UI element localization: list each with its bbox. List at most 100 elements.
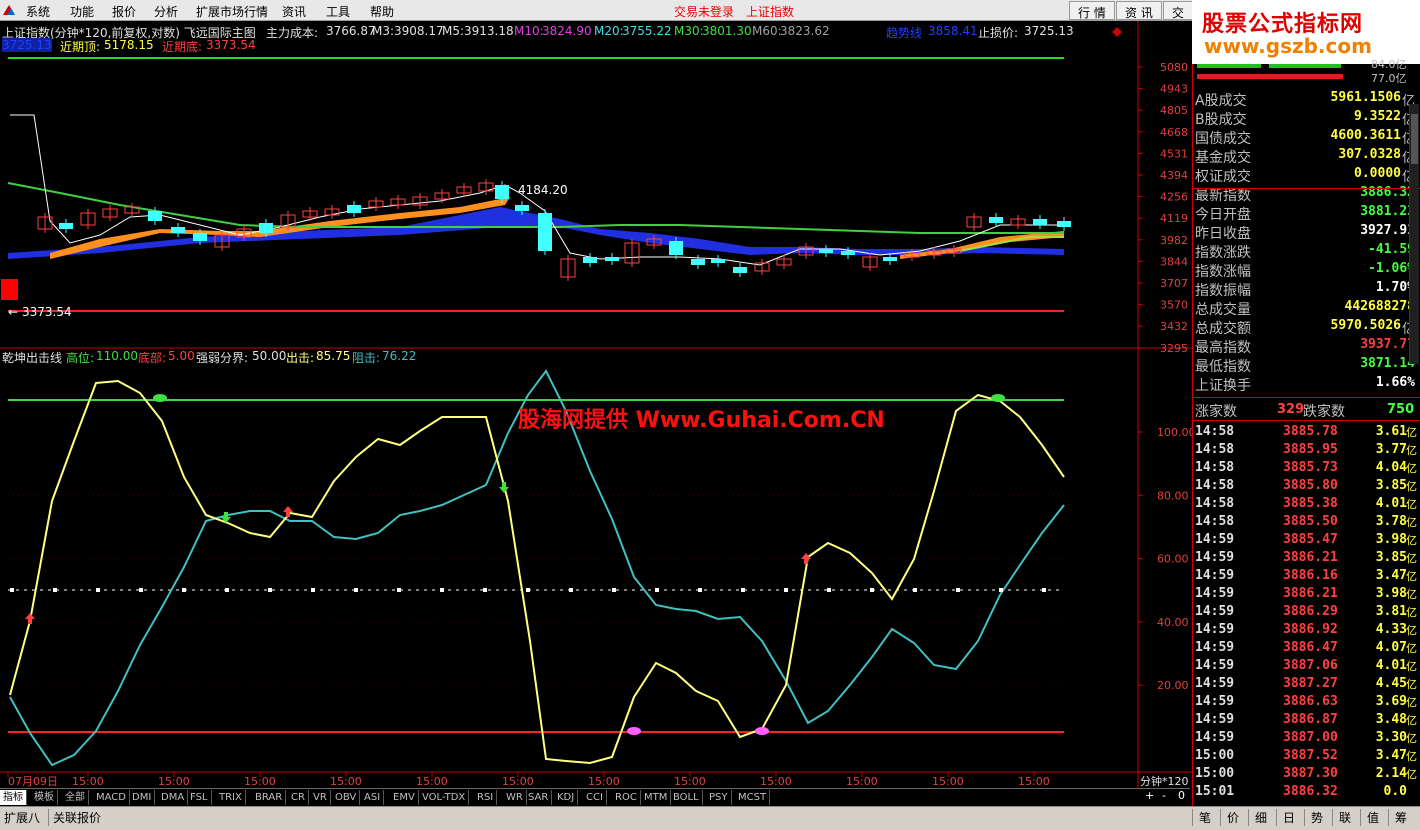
tick-unit: 亿	[1406, 444, 1417, 457]
bottom-tab-detail[interactable]: 细	[1248, 809, 1267, 826]
indicator-tab[interactable]: CCI	[583, 790, 607, 805]
panel-row-label: 国债成交	[1195, 131, 1251, 147]
candle-down	[691, 259, 705, 265]
indicator-y-tick: 20.00	[1157, 679, 1189, 692]
indicator-tab[interactable]: PSY	[706, 790, 732, 805]
indicator-tab[interactable]: FSL	[187, 790, 212, 805]
bottom-tab-linked[interactable]: 联	[1332, 809, 1351, 826]
panel-row: 昨日收盘 3927.91	[1195, 223, 1417, 242]
up-volume-bar	[1197, 64, 1261, 68]
menu-quote[interactable]: 报价	[112, 3, 136, 20]
panel-row-value: 307.0328	[1338, 147, 1401, 162]
indicator-name[interactable]: 乾坤出击线	[2, 349, 62, 366]
m20-value: 3755.22	[622, 24, 672, 38]
candle-down	[347, 205, 361, 213]
main-cost-label: 主力成本:	[266, 26, 319, 40]
bottom-extended-eight[interactable]: 扩展八	[4, 809, 40, 826]
menu-news[interactable]: 资讯	[282, 3, 306, 20]
tick-volume: 3.98	[1375, 532, 1407, 547]
tick-unit: 亿	[1406, 768, 1417, 781]
tick-row: 14:59 3887.00 3.30 亿	[1195, 730, 1417, 748]
menu-tools[interactable]: 工具	[326, 3, 350, 20]
indicator-tab[interactable]: 指标	[0, 790, 27, 805]
login-status[interactable]: 交易未登录	[674, 3, 734, 20]
tick-unit: 亿	[1406, 462, 1417, 475]
indicator-tab[interactable]: SAR	[525, 790, 553, 805]
trend-value: 3858.41	[928, 24, 978, 38]
tick-price: 3887.00	[1283, 730, 1338, 745]
tick-time: 14:58	[1195, 424, 1235, 439]
split-value: 50.00	[252, 349, 287, 363]
indicator-tab[interactable]: MCST	[735, 790, 771, 805]
panel-scrollbar[interactable]	[1409, 104, 1419, 364]
indicator-tab[interactable]: 模板	[31, 790, 58, 805]
indicator-tab[interactable]: MACD	[93, 790, 130, 805]
tab-trade[interactable]: 交	[1163, 1, 1193, 20]
y-tick-label: 3982	[1160, 234, 1188, 247]
indicator-tab[interactable]: BRAR	[252, 790, 287, 805]
indicator-tab[interactable]: VOL-TDX	[419, 790, 470, 805]
indicator-tab[interactable]: CR	[288, 790, 309, 805]
tab-quotes[interactable]: 行 情	[1069, 1, 1115, 20]
menu-help[interactable]: 帮助	[370, 3, 394, 20]
indicator-tab[interactable]: BOLL	[670, 790, 703, 805]
menu-analysis[interactable]: 分析	[154, 3, 178, 20]
tick-unit: 亿	[1406, 642, 1417, 655]
tab-news[interactable]: 资 讯	[1116, 1, 1162, 20]
tick-time: 14:59	[1195, 622, 1235, 637]
bottom-tab-chips[interactable]: 筹	[1388, 809, 1407, 826]
panel-row: A股成交 5961.1506 亿	[1195, 90, 1417, 109]
tick-price: 3886.32	[1283, 784, 1338, 799]
indicator-tab[interactable]: TRIX	[216, 790, 246, 805]
indicator-tab[interactable]: DMA	[158, 790, 189, 805]
panel-row-value: 4600.3611	[1330, 128, 1401, 143]
menu-system[interactable]: 系统	[26, 3, 50, 20]
indicator-tab[interactable]: VR	[310, 790, 331, 805]
menu-function[interactable]: 功能	[70, 3, 94, 20]
indicator-tab[interactable]: KDJ	[554, 790, 579, 805]
candle-down	[733, 267, 747, 273]
y-tick-label: 5080	[1160, 61, 1188, 74]
low-annotation: 3373.54	[22, 305, 72, 319]
indicator-tab[interactable]: OBV	[332, 790, 361, 805]
tick-time: 14:58	[1195, 514, 1235, 529]
indicator-tab[interactable]: ROC	[612, 790, 641, 805]
indicator-tab[interactable]: WR	[503, 790, 527, 805]
stop-label: 止损价:	[978, 26, 1019, 40]
panel-row-label: A股成交	[1195, 93, 1247, 109]
bottom-related-quotes[interactable]: 关联报价	[48, 809, 101, 826]
indicator-tab[interactable]: EMV	[390, 790, 419, 805]
y-tick-label: 3844	[1160, 255, 1188, 268]
bottom-tab-daily[interactable]: 日	[1276, 809, 1295, 826]
indicator-tab[interactable]: 全部	[62, 790, 89, 805]
collapse-diamond-icon[interactable]	[1112, 27, 1123, 37]
market-info-panel: 84.0亿 77.0亿 A股成交5961.1506亿B股成交9.3522亿国债成…	[1192, 58, 1420, 806]
m30-value: 3801.30	[702, 24, 752, 38]
menu-extended-market[interactable]: 扩展市场行情	[196, 3, 268, 20]
candle-down	[259, 223, 273, 233]
tick-time: 15:00	[1195, 766, 1235, 781]
bottom-tab-trend[interactable]: 势	[1304, 809, 1323, 826]
bottom-tab-price[interactable]: 价	[1220, 809, 1239, 826]
bottom-tab-value[interactable]: 值	[1360, 809, 1379, 826]
indicator-tab[interactable]: MTM	[641, 790, 672, 805]
panel-row-value: 3881.23	[1360, 204, 1415, 219]
indicator-tab[interactable]: DMI	[129, 790, 156, 805]
zoom-in-button[interactable]: +	[1145, 789, 1154, 805]
panel-row-label: 指数涨幅	[1195, 264, 1251, 280]
tick-price: 3886.63	[1283, 694, 1338, 709]
x-axis-label: 15:00	[760, 775, 792, 788]
zoom-out-button[interactable]: -	[1162, 789, 1166, 805]
indicator-tab[interactable]: RSI	[474, 790, 498, 805]
panel-row-label: 最低指数	[1195, 359, 1251, 375]
tick-time: 14:59	[1195, 712, 1235, 727]
m10-value: 3824.90	[542, 24, 592, 38]
reset-button[interactable]: 0	[1178, 789, 1185, 805]
indicator-tab[interactable]: ASI	[361, 790, 385, 805]
tick-row: 14:58 3885.80 3.85 亿	[1195, 478, 1417, 496]
tick-volume: 2.14	[1375, 766, 1407, 781]
panel-row: 基金成交307.0328亿	[1195, 147, 1417, 166]
bottom-tab-trades[interactable]: 笔	[1192, 809, 1211, 826]
tick-row: 14:59 3886.21 3.85 亿	[1195, 550, 1417, 568]
tick-unit: 亿	[1406, 624, 1417, 637]
